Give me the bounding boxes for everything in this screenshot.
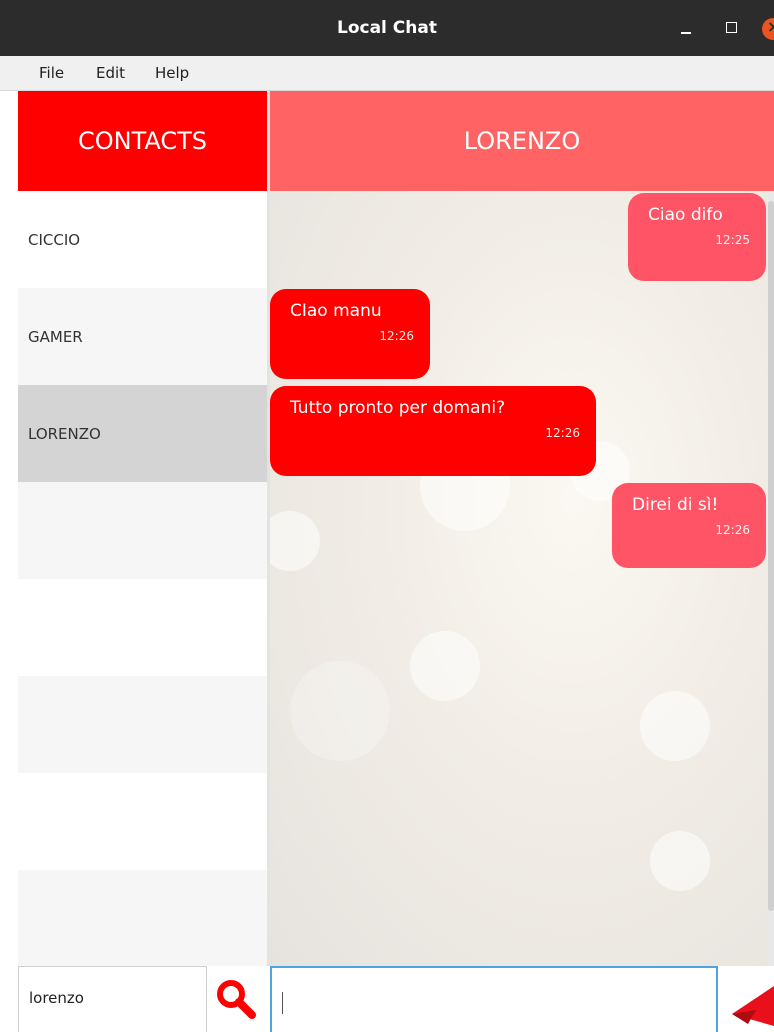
contact-item-empty	[18, 773, 267, 870]
message-time: 12:26	[715, 523, 750, 537]
chat-header: LORENZO	[270, 91, 774, 191]
maximize-button[interactable]	[720, 16, 744, 40]
background-bokeh	[410, 631, 480, 701]
message-bubble-sent: Direi di sì! 12:26	[612, 483, 766, 568]
bottom-bar: lorenzo	[0, 966, 774, 1032]
minimize-button[interactable]	[674, 16, 698, 40]
background-bokeh	[650, 831, 710, 891]
message-bubble-received: CIao manu 12:26	[270, 289, 430, 379]
contact-item-empty	[18, 676, 267, 773]
scrollbar-thumb[interactable]	[768, 201, 774, 911]
message-text: CIao manu	[290, 301, 382, 321]
menu-file[interactable]: File	[39, 56, 64, 90]
send-button[interactable]	[726, 980, 774, 1026]
search-button[interactable]	[212, 976, 262, 1026]
message-time: 12:25	[715, 233, 750, 247]
background-bokeh	[270, 511, 320, 571]
message-text: Ciao difo	[648, 205, 723, 225]
title-bar: Local Chat	[0, 0, 774, 56]
paper-plane-icon	[732, 986, 774, 1026]
search-icon	[217, 980, 256, 1019]
contacts-list: CICCIO GAMER LORENZO	[18, 191, 267, 967]
chat-messages: Ciao difo 12:25 CIao manu 12:26 Tutto pr…	[270, 191, 774, 966]
window-title: Local Chat	[337, 18, 437, 38]
text-caret	[282, 992, 283, 1014]
contact-item-gamer[interactable]: GAMER	[18, 288, 267, 385]
message-text: Tutto pronto per domani?	[290, 398, 506, 418]
menu-edit[interactable]: Edit	[96, 56, 125, 90]
contact-item-lorenzo[interactable]: LORENZO	[18, 385, 267, 482]
contact-item-ciccio[interactable]: CICCIO	[18, 191, 267, 288]
contact-search-input[interactable]: lorenzo	[18, 966, 207, 1032]
message-bubble-sent: Ciao difo 12:25	[628, 193, 766, 281]
message-time: 12:26	[545, 426, 580, 440]
background-bokeh	[640, 691, 710, 761]
message-time: 12:26	[379, 329, 414, 343]
menu-help[interactable]: Help	[155, 56, 189, 90]
menu-bar: File Edit Help	[0, 56, 774, 91]
contact-item-empty	[18, 482, 267, 579]
chat-scrollbar[interactable]	[768, 191, 774, 966]
contact-item-empty	[18, 579, 267, 676]
background-bokeh	[290, 661, 390, 761]
contact-item-empty	[18, 870, 267, 967]
message-bubble-received: Tutto pronto per domani? 12:26	[270, 386, 596, 476]
message-text: Direi di sì!	[632, 495, 719, 515]
contacts-header: CONTACTS	[18, 91, 267, 191]
message-input[interactable]	[270, 966, 718, 1032]
